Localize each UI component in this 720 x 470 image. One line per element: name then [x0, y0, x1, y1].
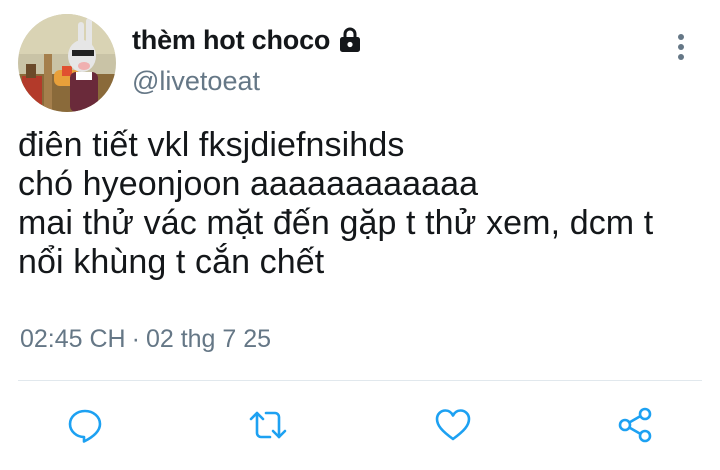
display-name[interactable]: thèm hot choco	[132, 25, 330, 56]
tweet-date: 02 thg 7 25	[145, 325, 272, 353]
cartoon-rabbit-avatar-image	[18, 14, 116, 112]
tweet-text: điên tiết vkl fksjdiefnsihds chó hyeonjo…	[18, 126, 714, 282]
lock-icon	[338, 27, 362, 53]
action-bar	[0, 400, 720, 450]
tweet-timestamp[interactable]: 02:45 CH · 02 thg 7 25	[20, 325, 271, 354]
avatar[interactable]	[18, 14, 116, 112]
reply-button[interactable]	[60, 400, 110, 450]
tweet-text-line: mai thử vác mặt đến gặp t thử xem, dcm t	[18, 204, 654, 242]
tweet-text-line: chó hyeonjoon aaaaaaaaaaaa	[18, 165, 479, 203]
more-options-icon[interactable]	[666, 30, 696, 64]
username[interactable]: @livetoeat	[132, 66, 260, 97]
like-button[interactable]	[428, 400, 478, 450]
tweet-card: thèm hot choco @livetoeat điên tiết vkl …	[0, 0, 720, 470]
retweet-button[interactable]	[243, 400, 293, 450]
heart-icon	[435, 409, 471, 441]
tweet-text-line: nổi khùng t cắn chết	[18, 243, 325, 281]
retweet-icon	[249, 411, 287, 439]
tweet-time: 02:45 CH	[20, 325, 126, 353]
share-button[interactable]	[610, 400, 660, 450]
reply-icon	[68, 409, 102, 443]
timestamp-separator: ·	[131, 325, 140, 353]
tweet-text-line: điên tiết vkl fksjdiefnsihds	[18, 126, 405, 164]
divider	[18, 380, 702, 381]
share-icon	[618, 407, 652, 443]
display-name-row: thèm hot choco	[132, 22, 362, 58]
